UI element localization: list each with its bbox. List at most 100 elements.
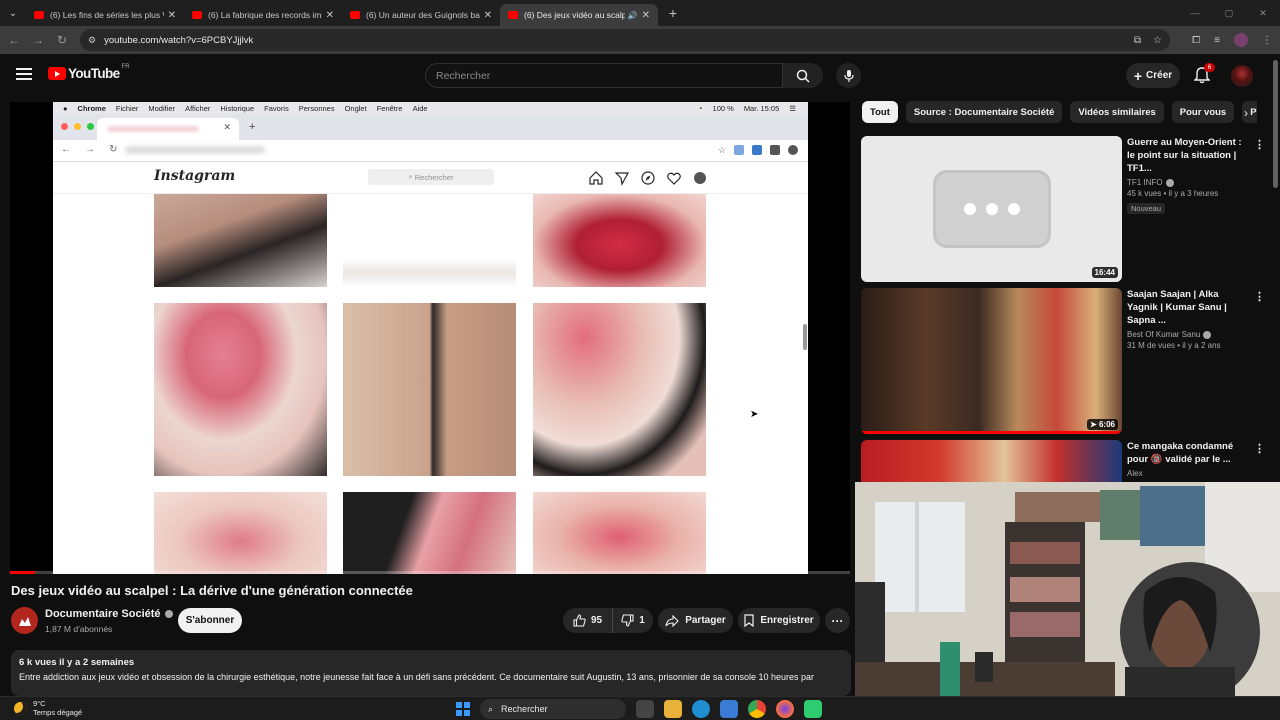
firefox-icon[interactable] bbox=[776, 700, 794, 718]
tab-search-icon[interactable]: ⌄ bbox=[0, 0, 26, 26]
video-thumbnail[interactable] bbox=[861, 440, 1122, 482]
video-thumbnail[interactable]: 16:44 bbox=[861, 136, 1122, 282]
share-label: Partager bbox=[685, 615, 726, 626]
close-window-icon[interactable]: ✕ bbox=[1246, 8, 1280, 19]
recommendation-title[interactable]: Saajan Saajan | Alka Yagnik | Kumar Sanu… bbox=[1127, 288, 1247, 327]
streaming-app-icon[interactable] bbox=[804, 700, 822, 718]
weather-widget[interactable]: 9°C Temps dégagé bbox=[14, 699, 82, 717]
verified-icon bbox=[164, 610, 173, 618]
wifi-icon: ◔ bbox=[698, 103, 703, 113]
task-view-icon[interactable] bbox=[636, 700, 654, 718]
file-explorer-icon[interactable] bbox=[664, 700, 682, 718]
media-icon[interactable]: ≡ bbox=[1214, 35, 1220, 46]
recommendation-channel[interactable]: Alex bbox=[1127, 469, 1247, 478]
store-icon[interactable] bbox=[720, 700, 738, 718]
chip-all[interactable]: Tout bbox=[862, 101, 898, 123]
back-icon[interactable]: ← bbox=[2, 33, 26, 47]
bookmark-star-icon[interactable]: ☆ bbox=[1153, 35, 1162, 46]
video-player[interactable]: ● Chrome Fichier Modifier Afficher Histo… bbox=[10, 102, 850, 574]
maximize-icon[interactable]: ▢ bbox=[1212, 8, 1246, 19]
photo-cell bbox=[154, 303, 327, 476]
create-button[interactable]: + Créer bbox=[1126, 63, 1180, 88]
edge-icon[interactable] bbox=[692, 700, 710, 718]
youtube-play-icon bbox=[48, 67, 66, 80]
close-tab-icon[interactable]: ✕ bbox=[168, 10, 176, 21]
video-progress-bar[interactable] bbox=[10, 571, 850, 574]
recommendation-item[interactable]: Ce mangaka condamné pour 🔞 validé par le… bbox=[861, 440, 1271, 482]
menu-icon[interactable] bbox=[16, 68, 32, 80]
recommendation-title[interactable]: Guerre au Moyen-Orient : le point sur la… bbox=[1127, 136, 1247, 175]
notifications-button[interactable]: 6 bbox=[1193, 63, 1215, 86]
profile-avatar[interactable] bbox=[1234, 33, 1248, 47]
duration-badge: ➤ 6:06 bbox=[1087, 419, 1118, 430]
url-input[interactable]: ⚙ youtube.com/watch?v=6PCBYJjjlvk ⧉ ☆ bbox=[80, 29, 1170, 51]
recommendation-channel[interactable]: Best Of Kumar Sanu bbox=[1127, 330, 1247, 339]
close-tab-icon[interactable]: ✕ bbox=[484, 10, 492, 21]
speaker-icon[interactable]: 🔊 bbox=[628, 11, 638, 20]
recommendation-channel[interactable]: TF1 INFO bbox=[1127, 178, 1247, 187]
forward-icon[interactable]: → bbox=[26, 33, 50, 47]
browser-menu-icon[interactable]: ⋮ bbox=[1262, 35, 1272, 46]
subscribe-button[interactable]: S'abonner bbox=[178, 608, 242, 633]
youtube-logo[interactable]: YouTube FR bbox=[48, 64, 130, 81]
video-thumbnail[interactable]: ➤ 6:06 bbox=[861, 288, 1122, 434]
menu-item: Afficher bbox=[185, 103, 211, 113]
minimize-icon[interactable]: — bbox=[1178, 8, 1212, 18]
plus-icon: + bbox=[1133, 67, 1143, 84]
taskbar-search[interactable]: ⌕ Rechercher bbox=[480, 699, 626, 719]
menu-item: Personnes bbox=[298, 103, 335, 113]
dislike-count: 1 bbox=[639, 615, 645, 626]
chip-similar[interactable]: Vidéos similaires bbox=[1070, 101, 1164, 123]
save-button[interactable]: Enregistrer bbox=[738, 608, 820, 633]
channel-name[interactable]: Documentaire Société bbox=[45, 608, 173, 620]
windows-start-icon[interactable] bbox=[456, 702, 470, 716]
chrome-icon[interactable] bbox=[748, 700, 766, 718]
like-button[interactable]: 95 bbox=[563, 608, 613, 633]
chip-source[interactable]: Source : Documentaire Société bbox=[905, 101, 1063, 123]
site-info-icon[interactable]: ⚙ bbox=[88, 35, 96, 46]
recommendation-title[interactable]: Ce mangaka condamné pour 🔞 validé par le… bbox=[1127, 440, 1247, 466]
extensions-icon[interactable]: ⧠ bbox=[1192, 35, 1200, 46]
webcam-overlay bbox=[855, 482, 1280, 696]
more-vertical-icon[interactable]: ⋮ bbox=[1254, 290, 1265, 303]
youtube-favicon-icon bbox=[350, 11, 360, 19]
share-button[interactable]: Partager bbox=[658, 608, 733, 633]
recommendation-item[interactable]: ➤ 6:06 Saajan Saajan | Alka Yagnik | Kum… bbox=[861, 288, 1271, 435]
url-text: youtube.com/watch?v=6PCBYJjjlvk bbox=[104, 34, 254, 46]
inner-new-tab-icon: + bbox=[249, 121, 256, 133]
verified-icon bbox=[1203, 330, 1212, 339]
more-vertical-icon[interactable]: ⋮ bbox=[1254, 138, 1265, 151]
menu-app-name: Chrome bbox=[77, 103, 106, 113]
channel-avatar[interactable] bbox=[11, 607, 38, 634]
description-box[interactable]: 6 k vues il y a 2 semaines Entre addicti… bbox=[11, 650, 851, 696]
browser-tab-1[interactable]: (6) Les fins de séries les plus W ✕ bbox=[26, 4, 184, 26]
verified-icon bbox=[1165, 178, 1174, 187]
chevron-right-icon[interactable]: › bbox=[1235, 102, 1257, 124]
search-input[interactable]: Rechercher bbox=[425, 63, 783, 88]
recommendation-item[interactable]: 16:44 Guerre au Moyen-Orient : le point … bbox=[861, 136, 1271, 283]
new-tab-button[interactable]: + bbox=[662, 5, 684, 21]
browser-tab-3[interactable]: (6) Un auteur des Guignols bala ✕ bbox=[342, 4, 500, 26]
menu-item: Modifier bbox=[148, 103, 176, 113]
more-actions-button[interactable]: ··· bbox=[825, 608, 850, 633]
cast-icon[interactable]: ⧉ bbox=[1134, 35, 1141, 46]
close-tab-icon[interactable]: ✕ bbox=[326, 10, 334, 21]
page-scrollbar[interactable] bbox=[1273, 60, 1278, 188]
reload-icon[interactable]: ↻ bbox=[50, 33, 74, 47]
chip-for-you[interactable]: Pour vous bbox=[1171, 101, 1235, 123]
dislike-button[interactable]: 1 bbox=[613, 608, 653, 633]
subscriber-count: 1,87 M d'abonnés bbox=[45, 624, 113, 634]
menu-item: Onglet bbox=[344, 103, 367, 113]
video-frame: ● Chrome Fichier Modifier Afficher Histo… bbox=[53, 102, 808, 574]
browser-tab-2[interactable]: (6) La fabrique des records imp ✕ bbox=[184, 4, 342, 26]
browser-tab-4-active[interactable]: (6) Des jeux vidéo au scalpe 🔊 ✕ bbox=[500, 4, 658, 26]
more-horizontal-icon: ··· bbox=[831, 613, 844, 628]
search-button[interactable] bbox=[783, 63, 823, 88]
voice-search-button[interactable] bbox=[836, 63, 861, 88]
inner-forward-icon: → bbox=[85, 144, 95, 155]
account-avatar[interactable] bbox=[1231, 65, 1253, 87]
filter-chips: Tout Source : Documentaire Société Vidéo… bbox=[862, 101, 1257, 123]
close-tab-icon[interactable]: ✕ bbox=[642, 10, 650, 21]
more-vertical-icon[interactable]: ⋮ bbox=[1254, 442, 1265, 455]
instagram-header: Instagram ⌕ Rechercher bbox=[53, 162, 808, 194]
